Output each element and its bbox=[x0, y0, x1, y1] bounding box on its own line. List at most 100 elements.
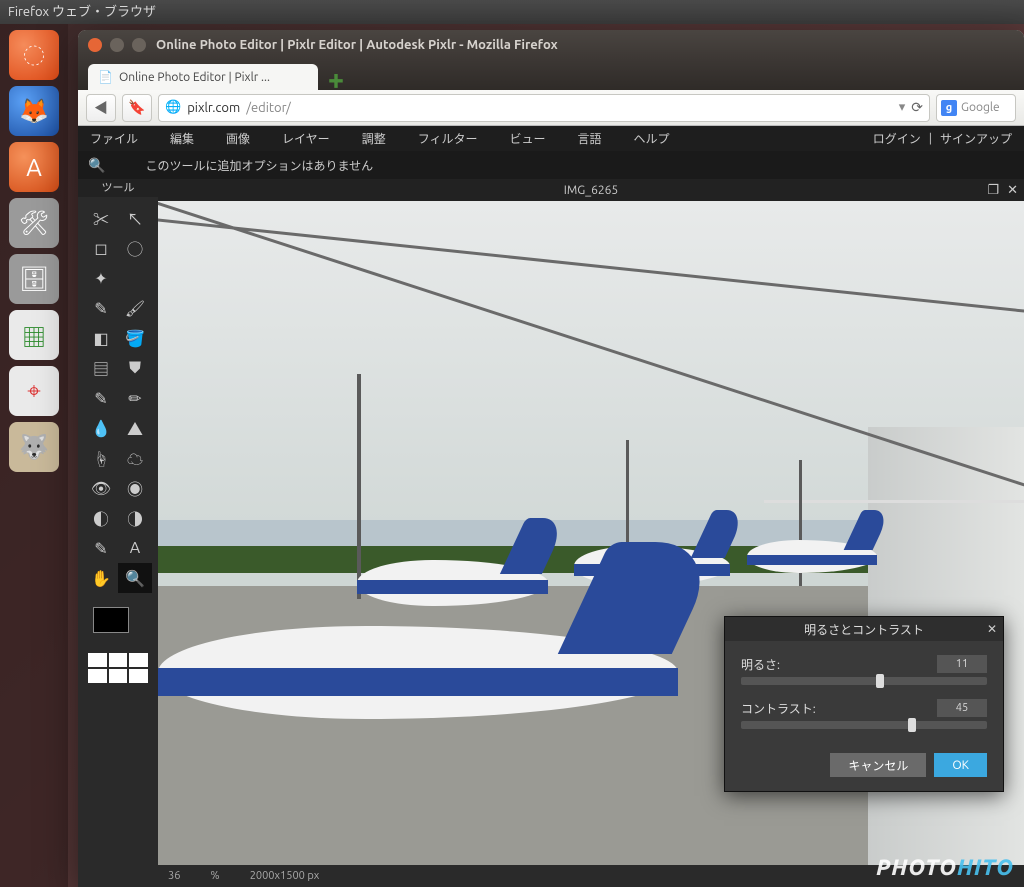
status-dimensions: 2000x1500 px bbox=[250, 870, 320, 882]
canvas-close-icon[interactable]: ✕ bbox=[1007, 183, 1018, 198]
canvas-title-text: IMG_6265 bbox=[564, 184, 618, 197]
window-minimize-button[interactable] bbox=[110, 38, 124, 52]
menu-0[interactable]: ファイル bbox=[90, 130, 138, 147]
sharpen-tool[interactable]: ▲ bbox=[118, 413, 152, 443]
stamp-tool[interactable]: ⛊ bbox=[118, 353, 152, 383]
files-icon[interactable]: 🗄 bbox=[9, 254, 59, 304]
bookmark-icon[interactable]: 🔖 bbox=[122, 94, 152, 122]
pixlr-account-area: ログイン | サインアップ bbox=[873, 130, 1012, 147]
picker-tool[interactable]: ✎ bbox=[84, 533, 118, 563]
settings-icon[interactable]: 🛠 bbox=[9, 198, 59, 248]
marquee-tool[interactable]: ◻ bbox=[84, 233, 118, 263]
menu-7[interactable]: 言語 bbox=[577, 130, 601, 147]
spot-tool[interactable]: ◉ bbox=[118, 473, 152, 503]
url-path: /editor/ bbox=[246, 101, 291, 115]
window-maximize-button[interactable] bbox=[132, 38, 146, 52]
dialog-close-icon[interactable]: ✕ bbox=[987, 622, 997, 636]
status-zoom-icon: % bbox=[210, 870, 219, 882]
pixlr-tool-options: 🔍 このツールに追加オプションはありません bbox=[78, 151, 1024, 179]
signup-link[interactable]: サインアップ bbox=[940, 130, 1012, 147]
dropdown-icon[interactable]: ▾ bbox=[899, 100, 906, 115]
dialog-title-text: 明るさとコントラスト bbox=[804, 621, 924, 638]
contrast-slider[interactable] bbox=[741, 721, 987, 729]
crop-tool[interactable]: ✂ bbox=[84, 203, 118, 233]
gimp-icon[interactable]: 🐺 bbox=[9, 422, 59, 472]
spacer1[interactable] bbox=[118, 263, 152, 293]
menu-3[interactable]: レイヤー bbox=[282, 130, 330, 147]
menu-6[interactable]: ビュー bbox=[509, 130, 545, 147]
menu-8[interactable]: ヘルプ bbox=[634, 130, 670, 147]
software-center-icon[interactable]: A bbox=[9, 142, 59, 192]
contrast-slider-thumb[interactable] bbox=[908, 718, 916, 732]
window-titlebar[interactable]: Online Photo Editor | Pixlr Editor | Aut… bbox=[78, 30, 1024, 60]
contrast-label: コントラスト: bbox=[741, 700, 937, 717]
canvas-restore-icon[interactable]: ❐ bbox=[987, 183, 999, 198]
zoom-tool[interactable]: 🔍 bbox=[118, 563, 152, 593]
ok-button[interactable]: OK bbox=[934, 753, 987, 777]
browser-tabstrip: 📄 Online Photo Editor | Pixlr ... ✚ bbox=[78, 60, 1024, 90]
color-swatch[interactable] bbox=[93, 607, 143, 643]
ubuntu-launcher: ◌ 🦊 A 🛠 🗄 ▦ ⌖ 🐺 bbox=[0, 24, 68, 887]
search-box[interactable]: g Google bbox=[936, 94, 1016, 122]
window-title-text: Online Photo Editor | Pixlr Editor | Aut… bbox=[156, 38, 558, 52]
menu-5[interactable]: フィルター bbox=[418, 130, 478, 147]
search-placeholder: Google bbox=[961, 101, 1000, 114]
pencil-tool[interactable]: ✎ bbox=[84, 293, 118, 323]
wand-tool[interactable]: ✦ bbox=[84, 263, 118, 293]
move-tool[interactable]: ↖ bbox=[118, 203, 152, 233]
url-bar[interactable]: 🌐 pixlr.com/editor/ ▾ ⟳ bbox=[158, 94, 930, 122]
pixlr-app: ファイル 編集 画像 レイヤー 調整 フィルター ビュー 言語 ヘルプ ログイン | サインアッ… bbox=[78, 126, 1024, 887]
zoom-options-icon: 🔍 bbox=[88, 157, 105, 174]
dialog-titlebar[interactable]: 明るさとコントラスト ✕ bbox=[725, 617, 1003, 641]
pixlr-menubar: ファイル 編集 画像 レイヤー 調整 フィルター ビュー 言語 ヘルプ ログイン | サインアッ… bbox=[78, 126, 1024, 151]
login-link[interactable]: ログイン bbox=[873, 130, 921, 147]
google-icon: g bbox=[941, 100, 957, 116]
tab-label: Online Photo Editor | Pixlr ... bbox=[119, 71, 270, 84]
type-tool[interactable]: A bbox=[118, 533, 152, 563]
window-close-button[interactable] bbox=[88, 38, 102, 52]
tab-favicon: 📄 bbox=[98, 70, 113, 84]
tool-panel-title: ツール bbox=[78, 179, 158, 197]
smudge-tool[interactable]: ☝ bbox=[84, 443, 118, 473]
brightness-value[interactable]: 11 bbox=[937, 655, 987, 673]
brush-tool[interactable]: 🖌 bbox=[118, 293, 152, 323]
contrast-value[interactable]: 45 bbox=[937, 699, 987, 717]
redeye-tool[interactable]: 👁 bbox=[84, 473, 118, 503]
eraser-tool[interactable]: ◧ bbox=[84, 323, 118, 353]
calc-icon[interactable]: ▦ bbox=[9, 310, 59, 360]
sponge-tool[interactable]: ☁ bbox=[118, 443, 152, 473]
cancel-button[interactable]: キャンセル bbox=[830, 753, 926, 777]
browser-nav-toolbar: ◀ 🔖 🌐 pixlr.com/editor/ ▾ ⟳ g Google bbox=[78, 90, 1024, 126]
color-replace-tool[interactable]: ✎ bbox=[84, 383, 118, 413]
bloat-tool[interactable]: ◐ bbox=[84, 503, 118, 533]
menu-4[interactable]: 調整 bbox=[362, 130, 386, 147]
options-text: このツールに追加オプションはありません bbox=[145, 157, 373, 174]
hand-tool[interactable]: ✋ bbox=[84, 563, 118, 593]
gradient-tool[interactable]: ▤ bbox=[84, 353, 118, 383]
status-zoom: 36 bbox=[168, 870, 180, 882]
url-domain: pixlr.com bbox=[187, 101, 240, 115]
brightness-contrast-dialog[interactable]: 明るさとコントラスト ✕ 明るさ: 11 コントラスト: 45 bbox=[724, 616, 1004, 792]
photohito-watermark: PHOTOHITO bbox=[876, 855, 1014, 881]
bucket-tool[interactable]: 🪣 bbox=[118, 323, 152, 353]
browser-tab[interactable]: 📄 Online Photo Editor | Pixlr ... bbox=[88, 64, 318, 90]
brightness-slider-thumb[interactable] bbox=[876, 674, 884, 688]
target-icon[interactable]: ⌖ bbox=[9, 366, 59, 416]
firefox-icon[interactable]: 🦊 bbox=[9, 86, 59, 136]
canvas-titlebar[interactable]: IMG_6265 ❐ ✕ bbox=[158, 179, 1024, 201]
ubuntu-menubar: Firefox ウェブ・ブラウザ bbox=[0, 0, 1024, 24]
pinch-tool[interactable]: ◑ bbox=[118, 503, 152, 533]
reload-button[interactable]: ⟳ bbox=[911, 99, 923, 116]
lasso-tool[interactable]: ◯ bbox=[118, 233, 152, 263]
blur-tool[interactable]: 💧 bbox=[84, 413, 118, 443]
back-button[interactable]: ◀ bbox=[86, 94, 116, 122]
swatch-mini-grid[interactable] bbox=[88, 653, 148, 683]
brightness-slider[interactable] bbox=[741, 677, 987, 685]
tool-panel: ツール ✂↖◻◯✦✎🖌◧🪣▤⛊✎✏💧▲☝☁👁◉◐◑✎A✋🔍 bbox=[78, 179, 158, 887]
menu-1[interactable]: 編集 bbox=[170, 130, 194, 147]
menu-2[interactable]: 画像 bbox=[226, 130, 250, 147]
ubuntu-dash-icon[interactable]: ◌ bbox=[9, 30, 59, 80]
new-tab-button[interactable]: ✚ bbox=[324, 70, 348, 90]
draw-tool[interactable]: ✏ bbox=[118, 383, 152, 413]
brightness-label: 明るさ: bbox=[741, 656, 937, 673]
